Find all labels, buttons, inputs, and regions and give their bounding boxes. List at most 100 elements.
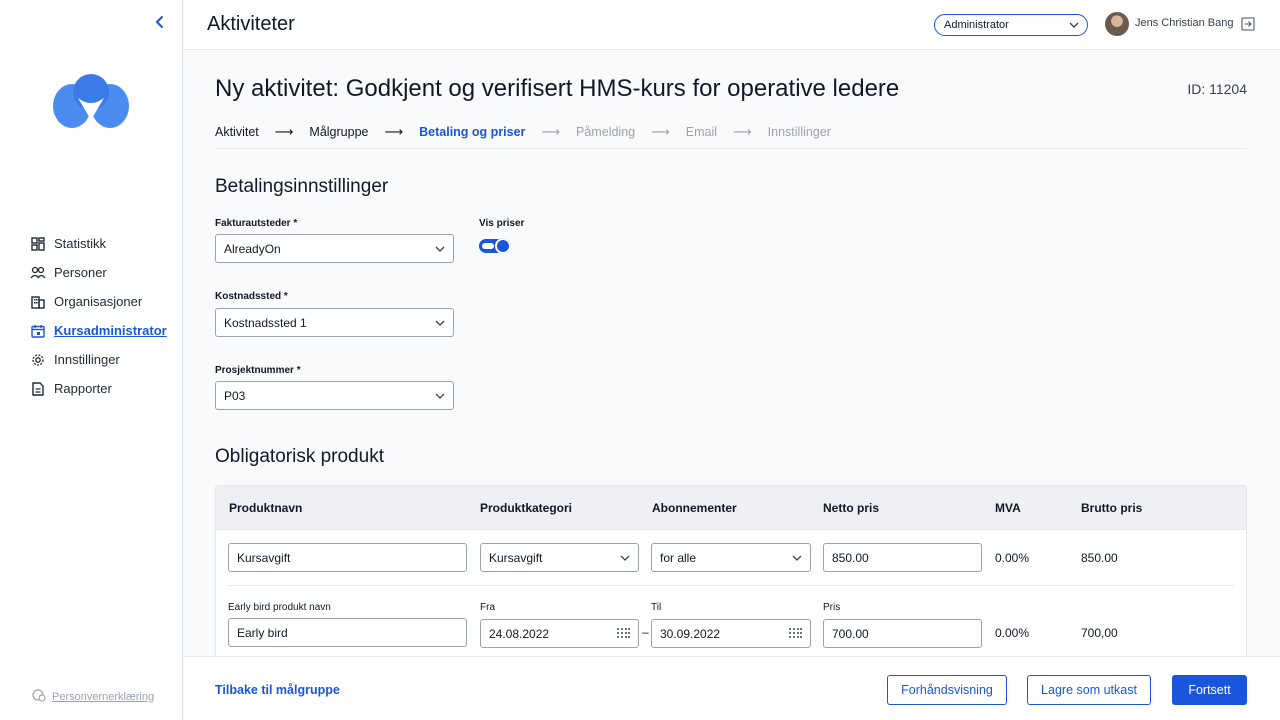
header-abonnementer: Abonnementer — [652, 501, 737, 515]
product-name-input[interactable]: Kursavgift — [228, 543, 467, 572]
building-icon — [30, 294, 46, 310]
gear-icon — [30, 352, 46, 368]
sidebar-item-label: Rapporter — [54, 381, 112, 396]
arrow-right-icon: ⟶ — [541, 124, 561, 139]
sidebar-item-personer[interactable]: Personer — [30, 258, 167, 287]
from-date-label: Fra — [480, 602, 495, 613]
role-select[interactable]: Administrator — [934, 14, 1088, 36]
arrow-right-icon: ⟶ — [384, 124, 404, 139]
continue-button[interactable]: Fortsett — [1172, 675, 1247, 705]
logout-icon[interactable] — [1240, 16, 1256, 32]
sidebar-item-label: Organisasjoner — [54, 294, 143, 309]
row-divider — [228, 585, 1234, 586]
date-range-dash: – — [642, 625, 649, 639]
chevron-down-icon — [1068, 19, 1080, 34]
stepper-divider — [215, 148, 1247, 149]
step-malgruppe[interactable]: Målgruppe — [309, 125, 368, 139]
privacy-label: Personvernerklæring — [52, 690, 155, 703]
invoicer-label: Fakturautsteder * — [215, 218, 298, 229]
people-icon — [30, 265, 46, 281]
to-date-input[interactable]: 30.09.2022 — [651, 619, 811, 648]
step-innstillinger[interactable]: Innstillinger — [768, 125, 831, 139]
step-betaling[interactable]: Betaling og priser — [419, 125, 525, 139]
step-email[interactable]: Email — [686, 125, 717, 139]
sidebar: Statistikk Personer Organisasjoner Kursa… — [0, 0, 183, 720]
early-bird-name-label: Early bird produkt navn — [228, 602, 331, 613]
product-category-select[interactable]: Kursavgift — [480, 543, 639, 572]
header-brutto-pris: Brutto pris — [1081, 501, 1143, 515]
chevron-down-icon — [791, 552, 803, 567]
collapse-sidebar-icon[interactable] — [150, 12, 170, 32]
invoicer-value: AlreadyOn — [224, 242, 281, 256]
sidebar-item-innstillinger[interactable]: Innstillinger — [30, 345, 167, 374]
step-pamelding[interactable]: Påmelding — [576, 125, 635, 139]
step-aktivitet[interactable]: Aktivitet — [215, 125, 259, 139]
from-date-input[interactable]: 24.08.2022 — [480, 619, 639, 648]
page-id: ID: 11204 — [1187, 81, 1247, 97]
chevron-down-icon — [434, 243, 446, 258]
project-select[interactable]: P03 — [215, 381, 454, 410]
chevron-down-icon — [619, 552, 631, 567]
header-mva: MVA — [995, 501, 1021, 515]
sidebar-item-label: Personer — [54, 265, 107, 280]
show-prices-label: Vis priser — [479, 218, 525, 229]
sidebar-item-label: Innstillinger — [54, 352, 120, 367]
project-value: P03 — [224, 389, 246, 403]
dashboard-icon — [30, 236, 46, 252]
header-produktkategori: Produktkategori — [480, 501, 573, 515]
chevron-down-icon — [434, 317, 446, 332]
price-label: Pris — [823, 602, 841, 613]
sidebar-item-kursadministrator[interactable]: Kursadministrator — [30, 316, 167, 345]
subscription-select[interactable]: for alle — [651, 543, 811, 572]
main-content: Ny aktivitet: Godkjent og verifisert HMS… — [184, 50, 1280, 656]
sidebar-nav: Statistikk Personer Organisasjoner Kursa… — [30, 229, 167, 403]
product-category-value: Kursavgift — [489, 551, 543, 565]
header-produktnavn: Produktnavn — [229, 501, 303, 515]
project-label: Prosjektnummer * — [215, 365, 301, 376]
calendar-grid-icon[interactable] — [617, 628, 630, 643]
to-date-label: Til — [651, 602, 662, 613]
privacy-link[interactable]: Personvernerklæring — [32, 688, 154, 705]
chevron-down-icon — [434, 390, 446, 405]
cost-center-select[interactable]: Kostnadssted 1 — [215, 308, 454, 337]
payment-section-title: Betalingsinnstillinger — [215, 176, 389, 197]
show-prices-toggle[interactable] — [479, 238, 511, 254]
early-bird-gross-price-value: 700,00 — [1081, 626, 1118, 640]
cost-center-label: Kostnadssted * — [215, 291, 288, 302]
calendar-grid-icon[interactable] — [789, 628, 802, 643]
role-value: Administrator — [944, 19, 1009, 31]
top-bar: Aktiviteter Administrator Jens Christian… — [184, 0, 1280, 50]
back-to-target-group-link[interactable]: Tilbake til målgruppe — [215, 683, 340, 697]
arrow-right-icon: ⟶ — [733, 124, 752, 139]
calendar-icon — [30, 323, 46, 339]
user-name: Jens Christian Bang — [1135, 17, 1234, 29]
toggle-track — [482, 243, 494, 249]
arrow-right-icon: ⟶ — [274, 124, 294, 139]
early-bird-vat-value: 0.00% — [995, 626, 1030, 640]
app-logo — [52, 72, 130, 132]
early-bird-price-input[interactable]: 700.00 — [823, 619, 982, 648]
report-icon — [30, 381, 46, 397]
sidebar-item-rapporter[interactable]: Rapporter — [30, 374, 167, 403]
stepper: Aktivitet ⟶ Målgruppe ⟶ Betaling og pris… — [215, 124, 831, 140]
header-title: Aktiviteter — [207, 13, 295, 35]
header-netto-pris: Netto pris — [823, 501, 880, 515]
net-price-input[interactable]: 850.00 — [823, 543, 982, 572]
footer-bar: Tilbake til målgruppe Forhåndsvisning La… — [184, 656, 1280, 720]
early-bird-name-input[interactable]: Early bird — [228, 618, 467, 647]
sidebar-item-statistikk[interactable]: Statistikk — [30, 229, 167, 258]
sidebar-item-organisasjoner[interactable]: Organisasjoner — [30, 287, 167, 316]
preview-button[interactable]: Forhåndsvisning — [887, 675, 1007, 705]
cost-center-value: Kostnadssted 1 — [224, 316, 307, 330]
subscription-value: for alle — [660, 551, 697, 565]
to-date-value: 30.09.2022 — [660, 627, 721, 641]
avatar[interactable] — [1105, 12, 1129, 36]
table-header: Produktnavn Produktkategori Abonnementer… — [216, 486, 1246, 530]
invoicer-select[interactable]: AlreadyOn — [215, 234, 454, 263]
product-table: Produktnavn Produktkategori Abonnementer… — [215, 485, 1247, 656]
privacy-icon — [32, 688, 46, 705]
save-draft-button[interactable]: Lagre som utkast — [1027, 675, 1151, 705]
product-section-title: Obligatorisk produkt — [215, 446, 384, 467]
arrow-right-icon: ⟶ — [651, 124, 670, 139]
sidebar-item-label: Statistikk — [54, 236, 107, 251]
